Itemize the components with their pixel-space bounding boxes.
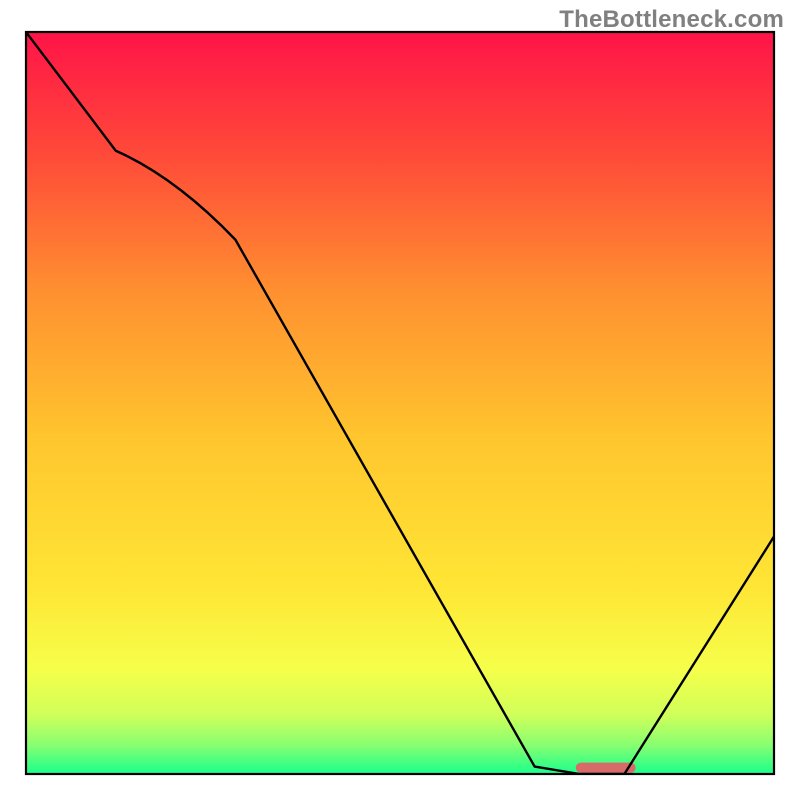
chart-container: TheBottleneck.com [0,0,800,800]
bottleneck-chart [0,0,800,800]
gradient-background [26,32,774,774]
watermark-text: TheBottleneck.com [559,6,784,34]
